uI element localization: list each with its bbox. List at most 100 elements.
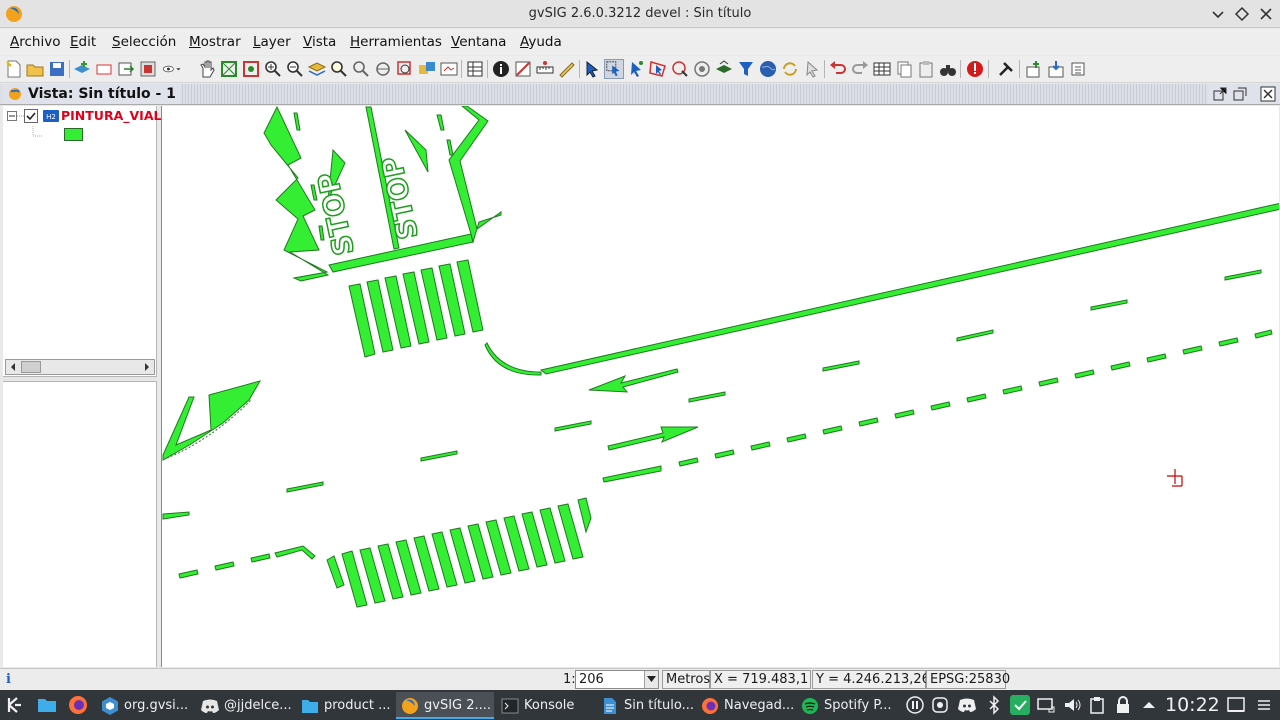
add-vector-layer-icon[interactable]	[1024, 59, 1044, 79]
add-layer-icon[interactable]	[72, 59, 92, 79]
close-frame-icon[interactable]	[1260, 86, 1276, 102]
task-gvsig-package[interactable]: org.gvsi...	[96, 692, 194, 719]
select-by-polygon-icon[interactable]	[648, 59, 668, 79]
layer-visibility-checkbox[interactable]	[24, 109, 38, 123]
task-file-manager[interactable]: product ...	[296, 692, 394, 719]
zoom-previous-icon[interactable]	[351, 59, 371, 79]
copy-icon[interactable]	[894, 59, 914, 79]
task-konsole[interactable]: Konsole	[496, 692, 594, 719]
menu-herramientas[interactable]: Herramientas	[350, 34, 442, 50]
save-icon[interactable]	[47, 59, 67, 79]
file-manager-icon[interactable]	[36, 695, 58, 715]
clipboard-history-icon[interactable]	[930, 695, 950, 715]
display-connect-icon[interactable]	[1036, 695, 1056, 715]
undo-icon[interactable]	[828, 59, 848, 79]
new-file-icon[interactable]	[4, 59, 24, 79]
zoom-select-icon[interactable]	[329, 59, 349, 79]
frame-icon[interactable]	[439, 59, 459, 79]
kde-launcher-icon[interactable]	[5, 695, 25, 715]
import-icon[interactable]	[1046, 59, 1066, 79]
firefox-icon[interactable]	[67, 694, 89, 716]
menu-edit[interactable]: Edit	[70, 34, 96, 50]
scroll-right-icon[interactable]	[140, 360, 154, 374]
error-warning-icon[interactable]	[965, 59, 985, 79]
database-export-icon[interactable]	[1068, 59, 1088, 79]
redo-icon[interactable]	[850, 59, 870, 79]
scale-combobox[interactable]: 206	[575, 670, 659, 689]
measure-area-icon[interactable]	[557, 59, 577, 79]
zoom-in-icon[interactable]	[263, 59, 283, 79]
close-icon[interactable]	[1256, 4, 1276, 24]
layer-name-label[interactable]: PINTURA_VIAL	[61, 108, 161, 123]
globe-icon[interactable]	[758, 59, 778, 79]
select-by-point-icon[interactable]	[626, 59, 646, 79]
show-desktop-icon[interactable]	[1226, 695, 1246, 715]
clock[interactable]: 10:22	[1165, 694, 1220, 716]
scroll-thumb[interactable]	[21, 361, 41, 373]
filter-icon[interactable]	[736, 59, 756, 79]
scale-value[interactable]: 206	[579, 672, 604, 687]
new-geometry-icon[interactable]	[94, 59, 114, 79]
open-folder-icon[interactable]	[25, 59, 45, 79]
tools-icon[interactable]	[996, 59, 1016, 79]
menu-ventana[interactable]: Ventana	[451, 34, 506, 50]
hyperlink-icon[interactable]	[513, 59, 533, 79]
minimize-icon[interactable]	[1208, 4, 1228, 24]
select-pointer-icon[interactable]	[582, 59, 602, 79]
task-discord[interactable]: @jjdelce...	[196, 692, 294, 719]
map-drawing[interactable]: STOP STOP	[162, 106, 1279, 667]
select-by-circle-icon[interactable]	[670, 59, 690, 79]
maximize-frame-icon[interactable]	[1232, 86, 1248, 102]
collapse-tree-icon[interactable]	[7, 111, 17, 121]
zoom-out-icon[interactable]	[285, 59, 305, 79]
export-icon[interactable]	[116, 59, 136, 79]
select-by-layer-icon[interactable]	[714, 59, 734, 79]
info-icon[interactable]: i	[6, 672, 11, 687]
attribute-table-icon[interactable]	[872, 59, 892, 79]
locator-icon[interactable]	[417, 59, 437, 79]
project-icon[interactable]	[138, 59, 158, 79]
menu-vista[interactable]: Vista	[303, 34, 336, 50]
zoom-extent-icon[interactable]	[219, 59, 239, 79]
menu-archivo[interactable]: Archivo	[10, 34, 60, 50]
invert-selection-icon[interactable]	[780, 59, 800, 79]
task-spotify[interactable]: Spotify P...	[796, 692, 894, 719]
menu-mostrar[interactable]: Mostrar	[189, 34, 241, 50]
task-gvsig[interactable]: gvSIG 2....	[396, 692, 494, 719]
zoom-previous-extent-icon[interactable]	[373, 59, 393, 79]
binoculars-icon[interactable]	[938, 59, 958, 79]
clear-selection-icon[interactable]	[802, 59, 822, 79]
layers-icon[interactable]	[307, 59, 327, 79]
clipboard-icon[interactable]	[1087, 695, 1107, 715]
select-by-buffer-icon[interactable]	[692, 59, 712, 79]
visibility-dropdown-icon[interactable]	[162, 59, 182, 79]
paste-icon[interactable]	[916, 59, 936, 79]
map-canvas[interactable]: STOP STOP	[161, 106, 1279, 667]
info-icon[interactable]	[491, 59, 511, 79]
menu-ayuda[interactable]: Ayuda	[520, 34, 562, 50]
select-by-rectangle-icon[interactable]	[604, 59, 624, 79]
toc-horizontal-scrollbar[interactable]	[5, 359, 155, 375]
maximize-icon[interactable]	[1232, 4, 1252, 24]
task-browser[interactable]: Navegad...	[696, 692, 794, 719]
zoom-layer-icon[interactable]	[241, 59, 261, 79]
lock-icon[interactable]	[1113, 695, 1133, 715]
undock-icon[interactable]	[1212, 86, 1228, 102]
volume-icon[interactable]	[1062, 695, 1082, 715]
scroll-left-icon[interactable]	[6, 360, 20, 374]
discord-tray-icon[interactable]	[957, 695, 977, 715]
scale-dropdown-button[interactable]	[644, 671, 658, 688]
zoom-box-icon[interactable]	[395, 59, 415, 79]
panel-menu-icon[interactable]	[1254, 695, 1274, 715]
menu-seleccion[interactable]: Selección	[112, 34, 176, 50]
task-document[interactable]: Sin título...	[596, 692, 694, 719]
toc-splitter[interactable]	[3, 376, 157, 382]
pan-hand-icon[interactable]	[197, 59, 217, 79]
bluetooth-icon[interactable]	[984, 695, 1004, 715]
tray-expand-icon[interactable]	[1139, 695, 1159, 715]
table-icon[interactable]	[465, 59, 485, 79]
menu-layer[interactable]: Layer	[253, 34, 291, 50]
media-pause-icon[interactable]	[905, 695, 925, 715]
updates-check-icon[interactable]	[1009, 694, 1031, 716]
measure-distance-icon[interactable]	[535, 59, 555, 79]
